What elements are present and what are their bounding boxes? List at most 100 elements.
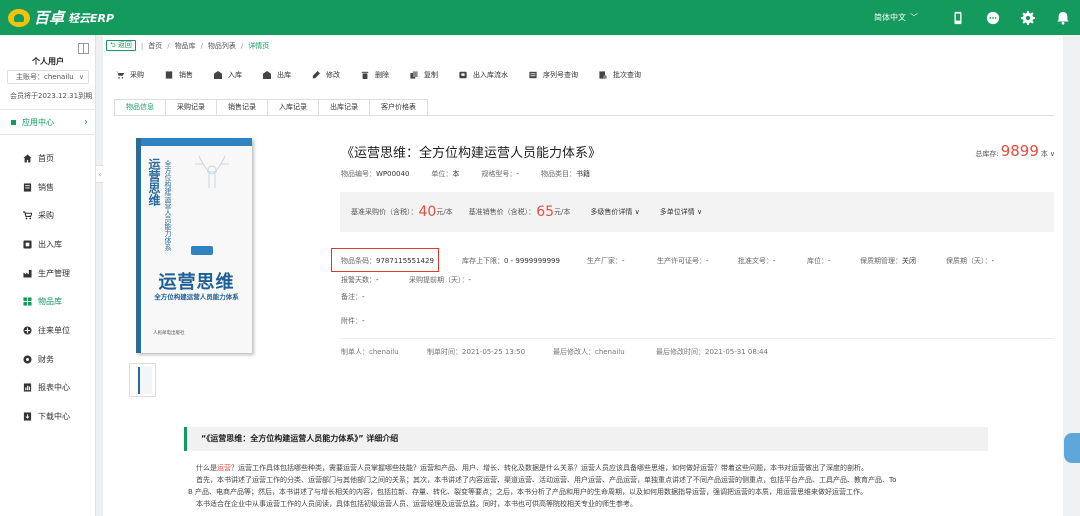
attachment-field: 附件：- [341, 317, 365, 325]
stock-in-button[interactable]: 入库 [214, 70, 242, 80]
tab-customer-price[interactable]: 客户价格表 [370, 99, 428, 116]
batch-icon [599, 71, 607, 79]
sidebar-item-production[interactable]: 生产管理 [0, 259, 96, 288]
partner-icon [23, 326, 32, 335]
breadcrumb-goods-list[interactable]: 物品列表 [208, 41, 236, 51]
cover-subtitle: 全方位构建运营人员能力体系 [154, 293, 239, 301]
barcode-value: 9787115551429 [376, 257, 434, 265]
sidebar-item-download[interactable]: 下载中心 [0, 402, 96, 431]
sidebar-item-label: 采购 [38, 211, 54, 221]
language-selector[interactable]: 简体中文 ﹀ [874, 12, 918, 23]
gear-icon[interactable] [1010, 0, 1045, 35]
bell-icon[interactable] [1045, 0, 1080, 35]
serial-query-button[interactable]: 序列号查询 [529, 70, 578, 80]
logo-icon [8, 8, 30, 27]
location-field: 库位：- [807, 257, 831, 265]
app-center-label: 应用中心 [22, 117, 54, 127]
detail-tabs: 物品信息 采购记录 销售记录 入库记录 出库记录 客户价格表 [114, 99, 428, 116]
cart-icon [116, 71, 124, 79]
breadcrumb-home[interactable]: 首页 [148, 41, 162, 51]
multi-level-price-dropdown[interactable]: 多级售价详情 ∨ [590, 207, 639, 217]
purchase-button[interactable]: 采购 [116, 70, 144, 80]
stock-out-button[interactable]: 出库 [263, 70, 291, 80]
stock-flow-button[interactable]: 出入库流水 [459, 70, 508, 80]
membership-expire-text: 会员将于2023.12.31到期 [10, 92, 93, 100]
breadcrumb-current: 详情页 [248, 41, 270, 50]
breadcrumb-goods[interactable]: 物品库 [175, 41, 196, 51]
tab-purchase-records[interactable]: 采购记录 [166, 99, 217, 116]
account-selector[interactable]: 主账号：chenailu ∨ [7, 70, 89, 84]
tab-goods-info[interactable]: 物品信息 [114, 99, 166, 116]
price-panel: 基准采购价（含税）： 40 元/本 基准销售价（含税）： 65 元/本 多级售价… [340, 192, 1054, 232]
production-icon [23, 269, 32, 278]
sidebar-item-goods[interactable]: 物品库 [0, 287, 96, 316]
logo-sub-text: 轻云ERP [68, 11, 115, 25]
cart-icon [23, 211, 32, 220]
intro-paragraph-2: 首先，本书讲述了运营工作的分类、运营部门与其他部门之间的关系；其次，本书讲述了内… [196, 476, 897, 484]
logo[interactable]: 百卓 轻云ERP [8, 7, 114, 28]
product-meta: 物品编号：WP00040 单位：本 规格型号：- 物品类目：书籍 [341, 170, 590, 178]
product-title: 《运营思维：全方位构建运营人员能力体系》 [341, 146, 602, 161]
chevron-down-icon: ∨ [1049, 150, 1055, 158]
back-button[interactable]: ⮌ 返回 [106, 40, 136, 51]
home-icon [23, 154, 32, 163]
flow-icon [459, 71, 467, 79]
chat-icon[interactable] [975, 0, 1010, 35]
total-stock[interactable]: 总库存: 9899 本 ∨ [975, 142, 1055, 160]
purchase-lead-field: 采购提前期（天）：- [409, 276, 472, 284]
trash-icon [361, 71, 369, 79]
copy-button[interactable]: 复制 [410, 70, 438, 80]
alert-days-field: 报警天数：- [341, 276, 379, 284]
sidebar-item-label: 销售 [38, 182, 54, 192]
tab-stock-out-records[interactable]: 出库记录 [319, 99, 370, 116]
stock-label: 总库存: [975, 150, 999, 158]
app-center-link[interactable]: 应用中心 › [0, 109, 96, 135]
sidebar-item-finance[interactable]: 财务 [0, 345, 96, 374]
sidebar-item-partner[interactable]: 往来单位 [0, 316, 96, 345]
goods-icon [23, 297, 32, 306]
intro-paragraph-1: 什么是运营？运营工作具体包括哪些种类，需要运营人员掌握哪些技能？运营和产品、用户… [196, 464, 868, 472]
product-thumbnail[interactable] [129, 363, 156, 397]
serial-icon [529, 71, 537, 79]
sales-button[interactable]: 销售 [165, 70, 193, 80]
sidebar-item-sales[interactable]: 销售 [0, 173, 96, 202]
intro-paragraph-4: 本书适合在企业中从事运营工作的人员阅读，具体包括初级运营人员、运营经理及运营总监… [196, 500, 637, 508]
sidebar-item-label: 首页 [38, 153, 54, 163]
delete-button[interactable]: 删除 [361, 70, 389, 80]
sidebar: 个人用户 主账号：chenailu ∨ 会员将于2023.12.31到期 应用中… [0, 35, 96, 516]
customer-service-icon[interactable] [1064, 433, 1080, 463]
sale-price: 65 [536, 204, 555, 220]
product-unit: 本 [452, 170, 460, 178]
copy-icon [410, 71, 418, 79]
sidebar-item-purchase[interactable]: 采购 [0, 201, 96, 230]
tab-sales-records[interactable]: 销售记录 [217, 99, 268, 116]
switch-layout-icon[interactable] [78, 43, 89, 54]
stock-value: 9899 [1000, 142, 1039, 160]
sidebar-item-report[interactable]: 报表中心 [0, 374, 96, 403]
cover-vertical-title: 运营思维 [147, 158, 161, 206]
modified-time-field: 最后修改时间：2021-05-31 08:44 [656, 348, 769, 356]
tab-stock-in-records[interactable]: 入库记录 [268, 99, 319, 116]
edit-button[interactable]: 修改 [312, 70, 340, 80]
sidebar-item-home[interactable]: 首页 [0, 144, 96, 173]
chevron-down-icon: ∨ [78, 73, 84, 81]
apps-icon [10, 118, 17, 126]
toolbar: 采购 销售 入库 出库 修改 删除 复制 出入库流水 序列号查询 批次查询 [103, 64, 1063, 86]
barcode-field: 物品条码：9787115551429 [341, 257, 434, 265]
product-category: 书籍 [575, 170, 590, 178]
sidebar-item-label: 下载中心 [38, 412, 70, 422]
batch-query-button[interactable]: 批次查询 [599, 70, 641, 80]
modifier-field: 最后修改人：chenailu [553, 348, 625, 356]
sidebar-item-warehouse[interactable]: 出入库 [0, 230, 96, 259]
product-image[interactable]: 运营思维 全方位构建运营人员能力体系 运营思维 全方位构建运营人员能力体系 人民… [136, 138, 252, 353]
multi-unit-dropdown[interactable]: 多单位详情 ∨ [660, 207, 702, 217]
chevron-left-icon: ‹ [98, 169, 102, 179]
cover-publisher: 人民邮电出版社 [153, 331, 185, 336]
main-content: ⮌ 返回 | 首页 / 物品库 / 物品列表 / 详情页 采购 销售 入库 出库… [103, 35, 1063, 516]
sidebar-item-label: 生产管理 [38, 268, 70, 278]
mobile-icon[interactable] [940, 0, 975, 35]
account-label: 主账号：chenailu [16, 73, 74, 81]
sidebar-item-label: 往来单位 [38, 325, 70, 335]
remark-field: 备注：- [341, 293, 365, 301]
download-icon [23, 412, 32, 421]
